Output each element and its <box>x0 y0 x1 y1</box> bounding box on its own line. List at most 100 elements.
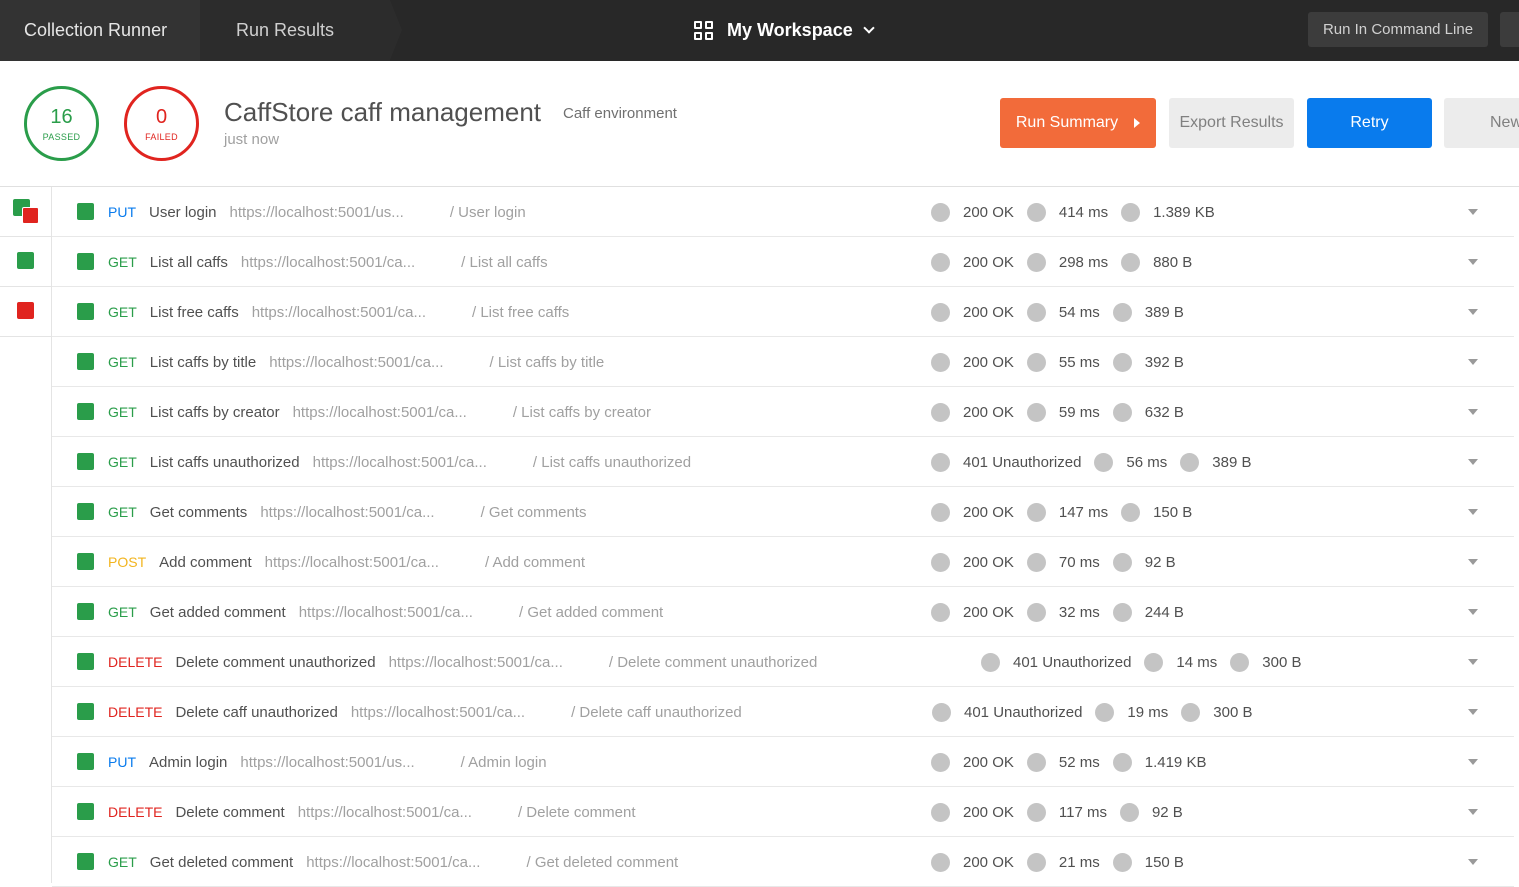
request-row[interactable]: GET List all caffs https://localhost:5001/… <box>52 237 1514 287</box>
response-status: 401 Unauthorized <box>963 453 1082 471</box>
request-url: https://localhost:5001/ca... <box>350 703 526 721</box>
size-dot-icon <box>1112 552 1132 572</box>
request-info: GET Get deleted comment https://localhost:… <box>108 837 678 887</box>
size-dot-icon <box>1112 852 1132 872</box>
expand-row-icon[interactable] <box>1468 259 1478 265</box>
request-row[interactable]: GET List free caffs https://localhost:5001… <box>52 287 1514 337</box>
request-method: GET <box>108 504 137 520</box>
passed-status-icon <box>77 203 94 220</box>
expand-row-icon[interactable] <box>1468 509 1478 515</box>
run-timestamp: just now <box>224 131 280 148</box>
response-metrics: 200 OK 52 ms 1.419 KB <box>931 737 1219 787</box>
request-row[interactable]: GET Get added comment https://localhost:50… <box>52 587 1514 637</box>
response-time: 21 ms <box>1058 853 1100 871</box>
request-info: DELETE Delete caff unauthorized https://lo… <box>108 687 742 737</box>
status-dot-icon <box>931 202 950 222</box>
request-row[interactable]: GET Get comments https://localhost:5001/ca… <box>52 487 1514 537</box>
request-info: POST Add comment https://localhost:5001/ca… <box>108 537 585 587</box>
passed-status-icon <box>77 403 94 420</box>
size-dot-icon <box>1121 502 1141 522</box>
status-dot-icon <box>931 502 950 522</box>
request-info: GET List all caffs https://localhost:5001/… <box>108 237 548 287</box>
request-name: Get deleted comment <box>149 853 294 871</box>
request-path: / Get deleted comment <box>526 853 679 871</box>
request-url: https://localhost:5001/ca... <box>306 853 481 871</box>
response-status: 200 OK <box>963 853 1014 871</box>
size-dot-icon <box>1112 752 1132 772</box>
overflow-button[interactable] <box>1500 12 1519 47</box>
request-info: DELETE Delete comment https://localhost:50… <box>108 787 636 837</box>
request-row[interactable]: DELETE Delete comment https://localhost:50… <box>52 787 1514 837</box>
request-url: https://localhost:5001/ca... <box>251 303 426 321</box>
response-status: 401 Unauthorized <box>1013 653 1132 671</box>
new-run-button[interactable]: New <box>1444 98 1519 148</box>
workspace-switcher[interactable]: My Workspace <box>694 0 875 61</box>
response-time: 14 ms <box>1176 653 1218 671</box>
request-row[interactable]: GET Get deleted comment https://localhost:… <box>52 837 1514 887</box>
status-dot-icon <box>931 802 950 822</box>
status-dot-icon <box>931 302 950 322</box>
response-size: 632 B <box>1144 403 1184 421</box>
filter-failed[interactable] <box>0 287 51 337</box>
request-info: DELETE Delete comment unauthorized https:/… <box>108 637 817 687</box>
request-name: Get comments <box>149 503 248 521</box>
expand-row-icon[interactable] <box>1468 309 1478 315</box>
request-url: https://localhost:5001/us... <box>240 753 415 771</box>
breadcrumb-collection-runner[interactable]: Collection Runner <box>0 0 200 61</box>
passed-status-icon <box>77 753 94 770</box>
failed-square-icon <box>22 207 39 224</box>
expand-row-icon[interactable] <box>1468 809 1478 815</box>
expand-row-icon[interactable] <box>1468 359 1478 365</box>
request-row[interactable]: GET List caffs by title https://localhost:… <box>52 337 1514 387</box>
request-row[interactable]: DELETE Delete comment unauthorized https:/… <box>52 637 1514 687</box>
expand-row-icon[interactable] <box>1468 609 1478 615</box>
expand-row-icon[interactable] <box>1468 709 1478 715</box>
request-row[interactable]: PUT User login https://localhost:5001/us..… <box>52 187 1514 237</box>
response-time: 56 ms <box>1126 453 1168 471</box>
expand-row-icon[interactable] <box>1468 559 1478 565</box>
request-row[interactable]: POST Add comment https://localhost:5001/ca… <box>52 537 1514 587</box>
response-size: 392 B <box>1144 353 1184 371</box>
request-url: https://localhost:5001/ca... <box>260 503 435 521</box>
retry-button[interactable]: Retry <box>1307 98 1432 148</box>
filter-all-results[interactable] <box>0 187 51 237</box>
passed-status-icon <box>77 853 94 870</box>
request-row[interactable]: GET List caffs unauthorized https://localh… <box>52 437 1514 487</box>
response-status: 200 OK <box>963 303 1014 321</box>
request-name: User login <box>149 203 217 221</box>
passed-status-icon <box>77 353 94 370</box>
request-row[interactable]: DELETE Delete caff unauthorized https://lo… <box>52 687 1514 737</box>
response-size: 92 B <box>1151 803 1183 821</box>
time-dot-icon <box>1095 702 1115 722</box>
response-status: 200 OK <box>963 553 1014 571</box>
response-status: 200 OK <box>963 253 1014 271</box>
expand-row-icon[interactable] <box>1468 459 1478 465</box>
filter-passed[interactable] <box>0 237 51 287</box>
size-dot-icon <box>1112 352 1132 372</box>
request-row[interactable]: PUT Admin login https://localhost:5001/us.… <box>52 737 1514 787</box>
run-summary-label: Run Summary <box>1015 114 1119 131</box>
response-time: 32 ms <box>1058 603 1100 621</box>
expand-row-icon[interactable] <box>1468 759 1478 765</box>
expand-row-icon[interactable] <box>1468 409 1478 415</box>
run-summary-button[interactable]: Run Summary <box>1000 98 1156 148</box>
response-status: 200 OK <box>963 803 1014 821</box>
request-method: DELETE <box>108 804 163 820</box>
size-dot-icon <box>1119 802 1139 822</box>
run-in-command-line-button[interactable]: Run In Command Line <box>1308 12 1488 47</box>
request-row[interactable]: GET List caffs by creator https://localhos… <box>52 387 1514 437</box>
expand-row-icon[interactable] <box>1468 659 1478 665</box>
status-dot-icon <box>931 752 950 772</box>
passed-status-icon <box>77 703 94 720</box>
top-bar: Collection Runner Run Results My Workspa… <box>0 0 1519 61</box>
breadcrumb-run-results[interactable]: Run Results <box>200 0 390 61</box>
passed-label: PASSED <box>42 131 81 142</box>
request-path: / User login <box>449 203 526 221</box>
request-name: List caffs by title <box>149 353 257 371</box>
expand-row-icon[interactable] <box>1468 859 1478 865</box>
response-metrics: 200 OK 298 ms 880 B <box>931 237 1205 287</box>
expand-row-icon[interactable] <box>1468 209 1478 215</box>
request-url: https://localhost:5001/ca... <box>312 453 487 471</box>
export-results-button[interactable]: Export Results <box>1169 98 1294 148</box>
time-dot-icon <box>1026 402 1046 422</box>
